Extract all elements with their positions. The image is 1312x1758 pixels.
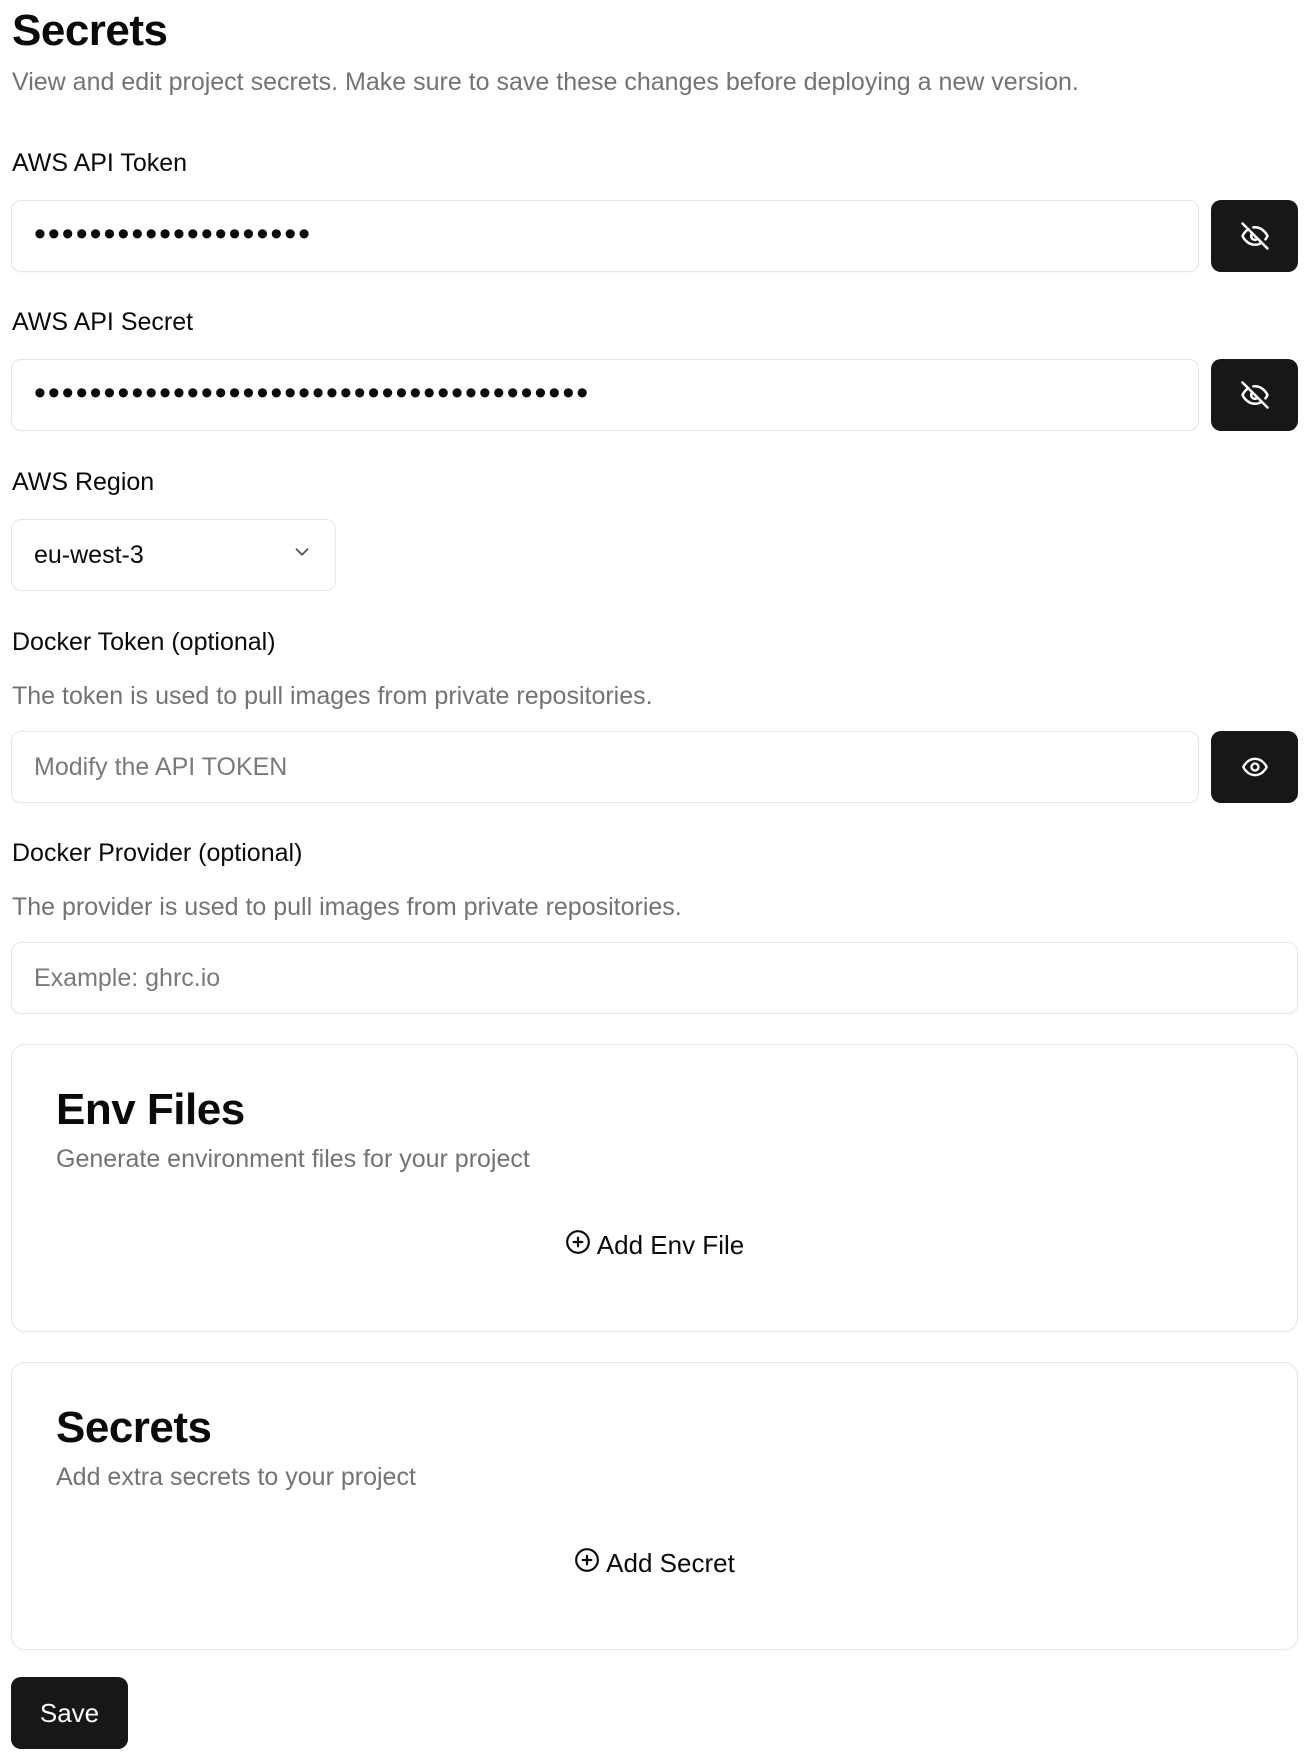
aws-api-token-input[interactable]: •••••••••••••••••••• [11,200,1199,272]
aws-api-token-label: AWS API Token [12,149,188,177]
add-secret-button[interactable]: Add Secret [564,1541,745,1586]
docker-provider-label: Docker Provider (optional) [12,839,303,867]
docker-token-field[interactable] [11,731,1199,803]
aws-api-secret-label: AWS API Secret [12,308,194,336]
docker-token-help: The token is used to pull images from pr… [12,682,653,710]
secrets-card: Secrets Add extra secrets to your projec… [11,1362,1298,1650]
aws-api-secret-input[interactable]: •••••••••••••••••••••••••••••••••••••••• [11,359,1199,431]
page-title: Secrets [12,6,168,55]
add-env-file-button[interactable]: Add Env File [555,1223,754,1268]
aws-api-token-toggle-button[interactable] [1211,200,1298,272]
add-env-file-label: Add Env File [596,1230,745,1260]
plus-circle-icon [574,1547,600,1580]
secrets-card-description: Add extra secrets to your project [56,1463,416,1491]
page-description: View and edit project secrets. Make sure… [12,68,1079,96]
eye-icon [1241,753,1269,781]
docker-token-input[interactable] [34,752,1176,782]
chevron-down-icon [291,541,313,570]
env-files-description: Generate environment files for your proj… [56,1145,530,1173]
aws-region-label: AWS Region [12,468,155,496]
aws-api-secret-value: •••••••••••••••••••••••••••••••••••••••• [34,374,591,412]
docker-provider-field[interactable] [11,942,1298,1014]
secrets-card-title: Secrets [56,1403,212,1452]
docker-provider-input[interactable] [34,963,1275,993]
env-files-title: Env Files [56,1085,245,1134]
aws-region-selected-value: eu-west-3 [34,540,144,569]
plus-circle-icon [565,1229,591,1262]
aws-region-select[interactable]: eu-west-3 [11,519,336,591]
docker-provider-help: The provider is used to pull images from… [12,893,682,921]
add-secret-label: Add Secret [606,1548,735,1578]
eye-off-icon [1240,380,1270,410]
aws-api-token-value: •••••••••••••••••••• [34,215,313,253]
docker-token-label: Docker Token (optional) [12,628,276,656]
eye-off-icon [1240,221,1270,251]
docker-token-toggle-button[interactable] [1211,731,1298,803]
env-files-card: Env Files Generate environment files for… [11,1044,1298,1332]
save-button[interactable]: Save [11,1677,128,1749]
aws-api-secret-toggle-button[interactable] [1211,359,1298,431]
